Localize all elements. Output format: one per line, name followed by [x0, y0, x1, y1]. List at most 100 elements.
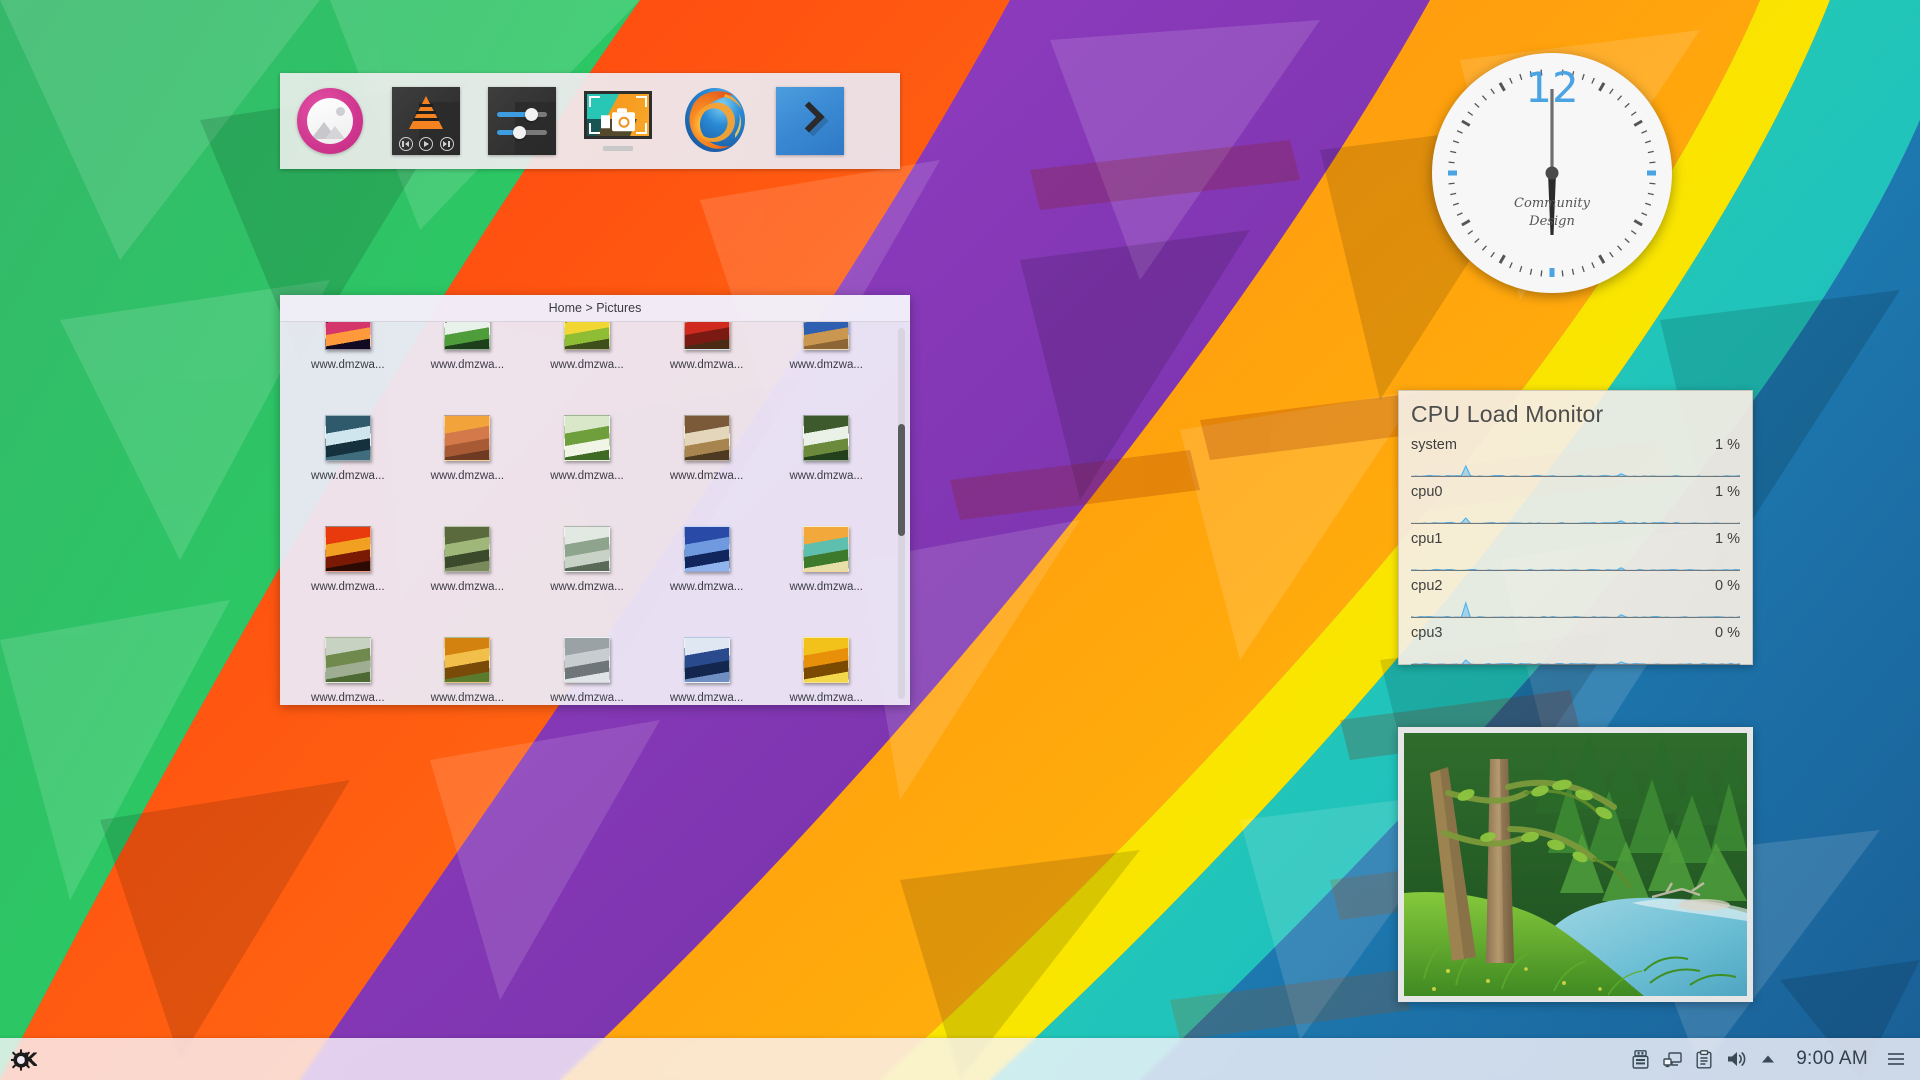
file-thumbnail: [444, 322, 491, 350]
scrollbar-handle[interactable]: [898, 424, 905, 536]
file-label: www.dmzwa...: [669, 470, 744, 482]
digital-clock[interactable]: 9:00 AM: [1796, 1048, 1868, 1070]
application-launcher-button[interactable]: K: [0, 1038, 48, 1080]
clock-numeral-12: 12: [1525, 63, 1579, 112]
file-item[interactable]: www.dmzwa...: [408, 409, 528, 514]
kde-k-icon: K: [11, 1049, 37, 1071]
launcher-item-system-settings[interactable]: [486, 85, 558, 157]
analog-clock-widget[interactable]: 12 Community Design: [1432, 53, 1672, 293]
clock-brand: Community Design: [1432, 195, 1672, 230]
show-hidden-icons-arrow[interactable]: [1758, 1049, 1778, 1069]
vlc-cone-icon: [392, 87, 460, 155]
next-icon: [439, 137, 454, 151]
file-thumbnail: [563, 637, 610, 683]
file-item[interactable]: www.dmzwa...: [288, 631, 408, 705]
file-item[interactable]: www.dmzwa...: [766, 409, 886, 514]
cpu-row-label: cpu3: [1411, 625, 1443, 641]
file-label: www.dmzwa...: [311, 470, 385, 482]
previous-icon: [398, 137, 413, 151]
file-item[interactable]: www.dmzwa...: [288, 520, 408, 625]
breadcrumb[interactable]: Home > Pictures: [280, 295, 910, 322]
launcher-item-firefox[interactable]: [678, 85, 750, 157]
cpu-row: cpu2 0 %: [1411, 573, 1740, 620]
file-label: www.dmzwa...: [550, 470, 624, 482]
cpu-row-list: system 1 % cpu0 1 % cpu1 1 % cpu2 0 % cpu3 0 %: [1411, 432, 1740, 667]
cpu-row: cpu1 1 %: [1411, 526, 1740, 573]
volume-icon[interactable]: [1726, 1049, 1746, 1069]
file-thumbnail: [444, 415, 491, 461]
launcher-item-spectacle[interactable]: [582, 85, 654, 157]
cpu-monitor-title: CPU Load Monitor: [1411, 401, 1604, 427]
launcher-item-vlc[interactable]: [390, 85, 462, 157]
cpu-row-value: 1 %: [1715, 531, 1740, 547]
file-label: www.dmzwa...: [311, 581, 385, 593]
network-icon[interactable]: [1662, 1049, 1682, 1069]
panel-menu-icon[interactable]: [1886, 1049, 1906, 1069]
file-label: www.dmzwa...: [789, 359, 863, 371]
file-label: www.dmzwa...: [550, 359, 624, 371]
launcher-item-konsole[interactable]: [774, 85, 846, 157]
file-thumbnail: [563, 526, 610, 572]
file-label: www.dmzwa...: [789, 692, 863, 704]
file-grid: www.dmzwa... www.dmzwa... www.dmzwa... www.…: [280, 322, 894, 705]
file-label: www.dmzwa...: [430, 692, 505, 704]
file-item[interactable]: www.dmzwa...: [408, 322, 528, 403]
file-label: www.dmzwa...: [311, 692, 385, 704]
screenshot-camera-icon: [584, 87, 652, 155]
file-item[interactable]: www.dmzwa...: [408, 631, 528, 705]
file-label: www.dmzwa...: [550, 581, 624, 593]
file-item[interactable]: www.dmzwa...: [527, 409, 647, 514]
file-item[interactable]: www.dmzwa...: [766, 322, 886, 403]
file-manager-window[interactable]: Home > Pictures www.dmzwa... www.dmzwa...…: [280, 295, 910, 705]
file-thumbnail: [803, 637, 850, 683]
file-thumbnail: [683, 526, 730, 572]
file-label: www.dmzwa...: [430, 359, 505, 371]
picture-frame-widget[interactable]: [1398, 727, 1753, 1002]
clipboard-icon[interactable]: [1694, 1049, 1714, 1069]
file-item[interactable]: www.dmzwa...: [766, 520, 886, 625]
cpu-row-label: cpu2: [1411, 578, 1443, 594]
system-tray[interactable]: 9:00 AM: [1630, 1048, 1920, 1070]
file-item[interactable]: www.dmzwa...: [527, 520, 647, 625]
cpu-row-label: system: [1411, 437, 1457, 453]
file-thumbnail: [683, 637, 730, 683]
cpu-sparkline: [1411, 506, 1740, 524]
file-grid-area[interactable]: www.dmzwa... www.dmzwa... www.dmzwa... www.…: [280, 322, 910, 705]
scrollbar-track[interactable]: [898, 328, 905, 699]
cpu-sparkline: [1411, 553, 1740, 571]
file-item[interactable]: www.dmzwa...: [647, 631, 767, 705]
file-thumbnail: [683, 415, 730, 461]
cpu-row: cpu3 0 %: [1411, 620, 1740, 667]
file-label: www.dmzwa...: [789, 470, 863, 482]
file-thumbnail: [324, 322, 371, 350]
file-thumbnail: [563, 322, 610, 350]
file-item[interactable]: www.dmzwa...: [527, 322, 647, 403]
cpu-sparkline: [1411, 647, 1740, 665]
file-item[interactable]: www.dmzwa...: [647, 520, 767, 625]
file-thumbnail: [803, 322, 850, 350]
cpu-row-value: 0 %: [1715, 578, 1740, 594]
file-item[interactable]: www.dmzwa...: [527, 631, 647, 705]
cpu-row: system 1 %: [1411, 432, 1740, 479]
file-item[interactable]: www.dmzwa...: [288, 409, 408, 514]
file-item[interactable]: www.dmzwa...: [766, 631, 886, 705]
file-item[interactable]: www.dmzwa...: [647, 322, 767, 403]
file-item[interactable]: www.dmzwa...: [647, 409, 767, 514]
plasma-panel[interactable]: K 9:00 AM: [0, 1038, 1920, 1080]
cpu-sparkline: [1411, 600, 1740, 618]
sliders-icon: [488, 87, 556, 155]
file-item[interactable]: www.dmzwa...: [408, 520, 528, 625]
quick-launch-panel[interactable]: [280, 73, 900, 169]
launcher-item-gwenview[interactable]: [294, 85, 366, 157]
cpu-row: cpu0 1 %: [1411, 479, 1740, 526]
file-item[interactable]: www.dmzwa...: [288, 322, 408, 403]
file-label: www.dmzwa...: [430, 470, 505, 482]
cpu-load-monitor-widget[interactable]: CPU Load Monitor system 1 % cpu0 1 % cpu1 1 %…: [1398, 390, 1753, 665]
file-label: www.dmzwa...: [311, 359, 385, 371]
file-thumbnail: [444, 526, 491, 572]
file-label: www.dmzwa...: [789, 581, 863, 593]
file-label: www.dmzwa...: [669, 359, 744, 371]
removable-device-icon[interactable]: [1630, 1049, 1650, 1069]
cpu-row-value: 1 %: [1715, 437, 1740, 453]
cpu-row-label: cpu0: [1411, 484, 1443, 500]
